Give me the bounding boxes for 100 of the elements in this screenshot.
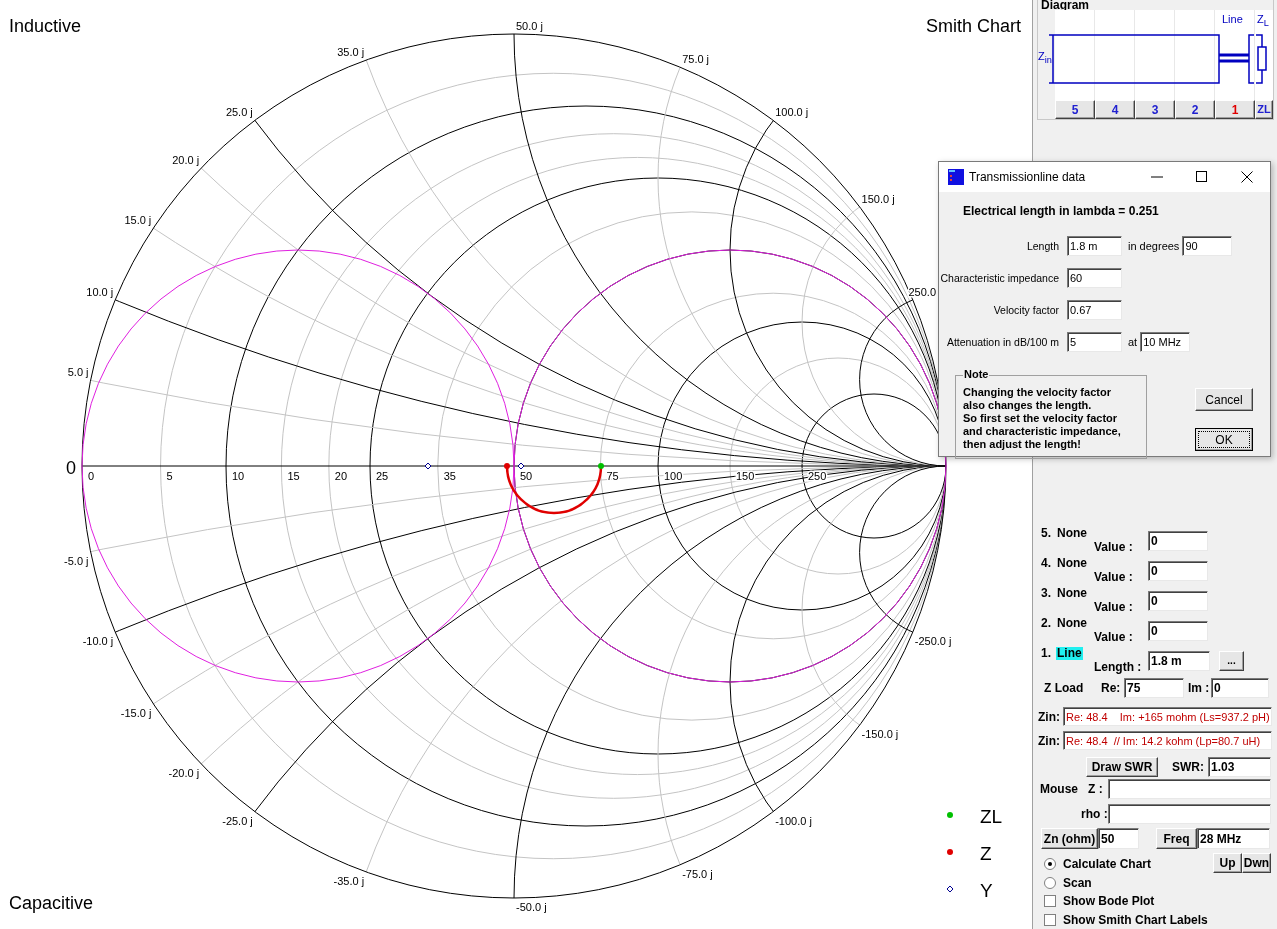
im-field[interactable]: 0: [1211, 678, 1269, 698]
zin-field[interactable]: Re: 48.4 // Im: 14.2 kohm (Lp=80.7 uH): [1063, 731, 1272, 750]
radio-button[interactable]: [1044, 858, 1056, 871]
component-number: 4.: [1041, 557, 1051, 570]
origin-label: 0: [66, 458, 76, 478]
checkbox-label: Show Smith Chart Labels: [1063, 912, 1208, 927]
resistance-label: 5: [166, 470, 173, 482]
re-label: Re:: [1101, 681, 1122, 695]
component-name[interactable]: Line: [1056, 647, 1083, 660]
slot-button[interactable]: 1: [1215, 100, 1255, 119]
value-field[interactable]: 0: [1148, 531, 1208, 551]
resistance-label: 20: [334, 470, 348, 482]
reactance-label: -5.0 j: [64, 554, 89, 567]
reactance-label: 50.0 j: [516, 20, 543, 32]
checkbox[interactable]: [1044, 895, 1056, 908]
diagram-title: Diagram: [1041, 0, 1091, 10]
value-label: Value :: [1094, 630, 1134, 644]
value-label: Value :: [1094, 570, 1134, 584]
component-name[interactable]: None: [1056, 617, 1088, 630]
resistance-label: 15: [287, 470, 300, 482]
radio-button[interactable]: [1044, 876, 1056, 889]
reactance-label: 15.0 j: [124, 214, 152, 227]
resistance-label: 0: [88, 470, 95, 482]
reactance-label: 100.0 j: [775, 106, 809, 119]
dialog-button[interactable]: OK: [1195, 428, 1253, 451]
zl-label: Z$_{L}$: [1257, 13, 1269, 30]
component-number: 5.: [1041, 527, 1051, 540]
reactance-label: -15.0 j: [120, 706, 152, 719]
dialog-title: Transmissionline data: [969, 170, 1086, 184]
resistance-label: 10: [232, 470, 245, 482]
radio-label: Scan: [1063, 875, 1092, 890]
zn-button[interactable]: Zn (ohm): [1041, 828, 1098, 849]
app-icon: [948, 169, 964, 185]
draw-swr-button[interactable]: Draw SWR: [1086, 757, 1158, 777]
reactance-label: -250.0 j: [914, 635, 952, 648]
rho-label: rho :: [1081, 806, 1108, 821]
step-button[interactable]: Up: [1213, 853, 1242, 873]
component-number: 2.: [1041, 617, 1051, 630]
step-button[interactable]: Dwn: [1242, 853, 1271, 873]
close-icon[interactable]: [1241, 171, 1253, 183]
legend-label: Z: [980, 843, 992, 864]
line-label: Line: [1222, 13, 1243, 25]
field-label: Characteristic impedance: [939, 272, 1060, 284]
input-field[interactable]: 0.67: [1067, 300, 1122, 320]
zin-field[interactable]: Re: 48.4 Im: +165 mohm (Ls=937.2 pH): [1063, 707, 1272, 726]
value-field[interactable]: 0: [1148, 621, 1208, 641]
mouse-z-field[interactable]: [1108, 778, 1271, 799]
value-field[interactable]: 1.8 m: [1148, 651, 1210, 671]
reactance-label: -10.0 j: [82, 635, 114, 648]
field-label: Velocity factor: [992, 304, 1060, 316]
slot-button[interactable]: 5: [1055, 100, 1095, 119]
slot-button[interactable]: 4: [1095, 100, 1135, 119]
slot-button[interactable]: 3: [1135, 100, 1175, 119]
field-label: Attenuation in dB/100 m: [945, 336, 1060, 348]
rho-field[interactable]: [1108, 803, 1271, 824]
reactance-label: 75.0 j: [682, 53, 710, 66]
legend-label: Y: [980, 880, 993, 901]
component-name[interactable]: None: [1056, 587, 1088, 600]
field-label: Length: [1025, 240, 1060, 252]
reactance-label: 20.0 j: [172, 154, 200, 167]
slot-button[interactable]: ZL: [1255, 100, 1273, 119]
legend-label: ZL: [980, 806, 1003, 827]
zl-marker: [598, 463, 604, 469]
value-field[interactable]: 0: [1148, 591, 1208, 611]
im-label: Im :: [1188, 681, 1211, 695]
input-field[interactable]: 5: [1067, 332, 1122, 352]
component-number: 1.: [1041, 647, 1051, 660]
resistance-label: 100: [664, 470, 683, 482]
zin-label: Z$_{in}$: [1038, 50, 1052, 67]
note-title: Note: [963, 368, 990, 381]
reactance-label: -25.0 j: [222, 814, 253, 827]
component-name[interactable]: None: [1056, 527, 1088, 540]
y-marker: [424, 462, 432, 470]
mouse-label: Mouse: [1040, 781, 1079, 796]
value-label: Value :: [1094, 540, 1134, 554]
zn-field[interactable]: 50: [1098, 828, 1139, 849]
re-field[interactable]: 75: [1124, 678, 1184, 698]
component-name[interactable]: None: [1056, 557, 1088, 570]
z-load-label: Z Load: [1044, 681, 1085, 695]
input-field[interactable]: 1.8 m: [1067, 236, 1122, 256]
reactance-label: -75.0 j: [682, 867, 713, 880]
input-field[interactable]: 10 MHz: [1140, 332, 1191, 352]
freq-button[interactable]: Freq: [1156, 828, 1197, 849]
dialog-button[interactable]: Cancel: [1195, 388, 1253, 411]
more-button[interactable]: ...: [1219, 651, 1244, 671]
maximize-icon[interactable]: [1196, 171, 1207, 182]
value-label: Value :: [1094, 600, 1134, 614]
input-field[interactable]: 60: [1067, 268, 1122, 288]
slot-button[interactable]: 2: [1175, 100, 1215, 119]
reactance-label: -100.0 j: [775, 814, 812, 827]
freq-field[interactable]: 28 MHz: [1197, 828, 1270, 849]
resistance-label: 75: [606, 470, 619, 482]
checkbox[interactable]: [1044, 913, 1056, 926]
resistance-label: 25: [376, 470, 389, 482]
input-field[interactable]: 90: [1182, 236, 1233, 256]
chart-title: Smith Chart: [925, 16, 1021, 36]
zin-label: Zin:: [1038, 733, 1061, 748]
swr-field[interactable]: 1.03: [1208, 757, 1271, 777]
z-marker: [504, 463, 510, 469]
value-field[interactable]: 0: [1148, 561, 1208, 581]
